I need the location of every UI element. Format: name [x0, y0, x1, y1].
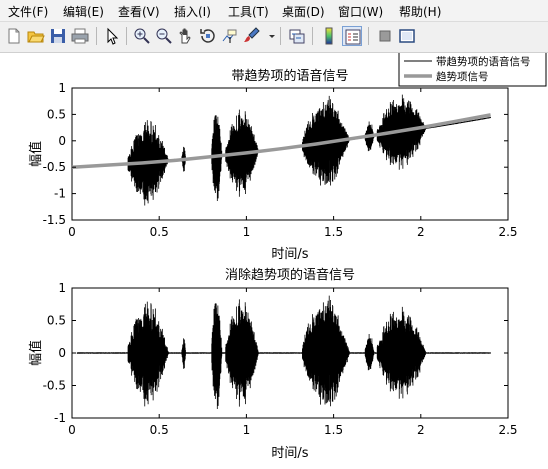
menu-file[interactable]: 文件(F) — [8, 3, 48, 20]
pan-icon[interactable] — [176, 26, 196, 46]
menu-view[interactable]: 查看(V) — [118, 3, 160, 20]
pointer-icon[interactable] — [102, 26, 122, 46]
toolbar — [0, 22, 548, 53]
x-tick-label: 2 — [417, 423, 425, 437]
menu-bar: 文件(F) 编辑(E) 查看(V) 插入(I) 工具(T) 桌面(D) 窗口(W… — [0, 0, 548, 22]
zoom-out-icon[interactable] — [154, 26, 174, 46]
bottom-x-axis-label: 时间/s — [271, 446, 308, 461]
menu-edit[interactable]: 编辑(E) — [63, 3, 104, 20]
y-tick-label: 0.5 — [47, 314, 66, 328]
show-plot-tools-icon[interactable] — [397, 26, 417, 46]
y-tick-label: 0.5 — [47, 107, 66, 121]
x-tick-label: 0.5 — [150, 423, 169, 437]
figure-canvas: 带趋势项的语音信号 时间/s 幅值 0 0.5 1 1.5 2 2.5 -1.5 -1 -0.5… — [28, 50, 547, 461]
top-axes: 带趋势项的语音信号 时间/s 幅值 0 0.5 1 1.5 2 2.5-1.5-1-0.5… — [28, 68, 518, 262]
y-tick-label: 0 — [58, 346, 66, 360]
toolbar-separator — [312, 27, 313, 45]
figure-area: 带趋势项的语音信号 时间/s 幅值 0 0.5 1 1.5 2 2.5 -1.5 -1 -0.5… — [0, 50, 548, 465]
legend-entry-signal: 带趋势项的语音信号 — [436, 55, 531, 68]
rotate-3d-icon[interactable] — [198, 26, 218, 46]
print-icon[interactable] — [70, 26, 90, 46]
y-tick-label: 1 — [58, 81, 66, 95]
y-tick-label: -1.5 — [43, 213, 66, 227]
y-tick-label: 0 — [58, 134, 66, 148]
bottom-axes: 消除趋势项的语音信号 时间/s 幅值 0 0.5 1 1.5 2 2.5 -1 -0.5 0 0.… — [28, 267, 518, 461]
x-tick-label: 0 — [68, 423, 76, 437]
menu-desktop[interactable]: 桌面(D) — [282, 3, 325, 20]
top-x-axis-label: 时间/s — [271, 247, 308, 262]
brush-icon[interactable] — [242, 26, 262, 46]
y-tick-label: -0.5 — [43, 160, 66, 174]
x-tick-label: 1 — [243, 225, 251, 239]
y-tick-label: -0.5 — [43, 379, 66, 393]
y-tick-label: -1 — [54, 411, 66, 425]
bottom-y-axis-label: 幅值 — [28, 340, 44, 366]
y-tick-label: -1 — [54, 187, 66, 201]
toolbar-separator — [280, 27, 281, 45]
top-plot-title: 带趋势项的语音信号 — [231, 68, 348, 84]
x-tick-label: 2.5 — [498, 225, 517, 239]
data-cursor-icon[interactable] — [220, 26, 240, 46]
x-tick-label: 2.5 — [498, 423, 517, 437]
brush-dropdown-icon[interactable] — [262, 26, 275, 46]
legend[interactable]: 带趋势项的语音信号 趋势项信号 — [398, 50, 547, 87]
colorbar-icon[interactable] — [319, 26, 339, 46]
zoom-in-icon[interactable] — [132, 26, 152, 46]
link-plot-icon[interactable] — [287, 26, 307, 46]
x-tick-label: 1 — [243, 423, 251, 437]
menu-insert[interactable]: 插入(I) — [174, 3, 211, 20]
toolbar-separator — [368, 27, 369, 45]
menu-tools[interactable]: 工具(T) — [228, 3, 269, 20]
y-tick-label: 1 — [58, 281, 66, 295]
x-tick-label: 1.5 — [324, 423, 343, 437]
x-tick-label: 0 — [68, 225, 76, 239]
legend-entry-trend: 趋势项信号 — [436, 70, 489, 83]
open-file-icon[interactable] — [26, 26, 46, 46]
menu-help[interactable]: 帮助(H) — [399, 3, 441, 20]
new-figure-icon[interactable] — [4, 26, 24, 46]
x-tick-label: 1.5 — [324, 225, 343, 239]
x-tick-label: 2 — [417, 225, 425, 239]
toolbar-separator — [96, 27, 97, 45]
hide-plot-tools-icon[interactable] — [375, 26, 395, 46]
x-tick-label: 0.5 — [150, 225, 169, 239]
legend-icon[interactable] — [342, 26, 362, 46]
toolbar-separator — [126, 27, 127, 45]
bottom-plot-title: 消除趋势项的语音信号 — [225, 267, 355, 283]
save-icon[interactable] — [48, 26, 68, 46]
menu-window[interactable]: 窗口(W) — [338, 3, 383, 20]
